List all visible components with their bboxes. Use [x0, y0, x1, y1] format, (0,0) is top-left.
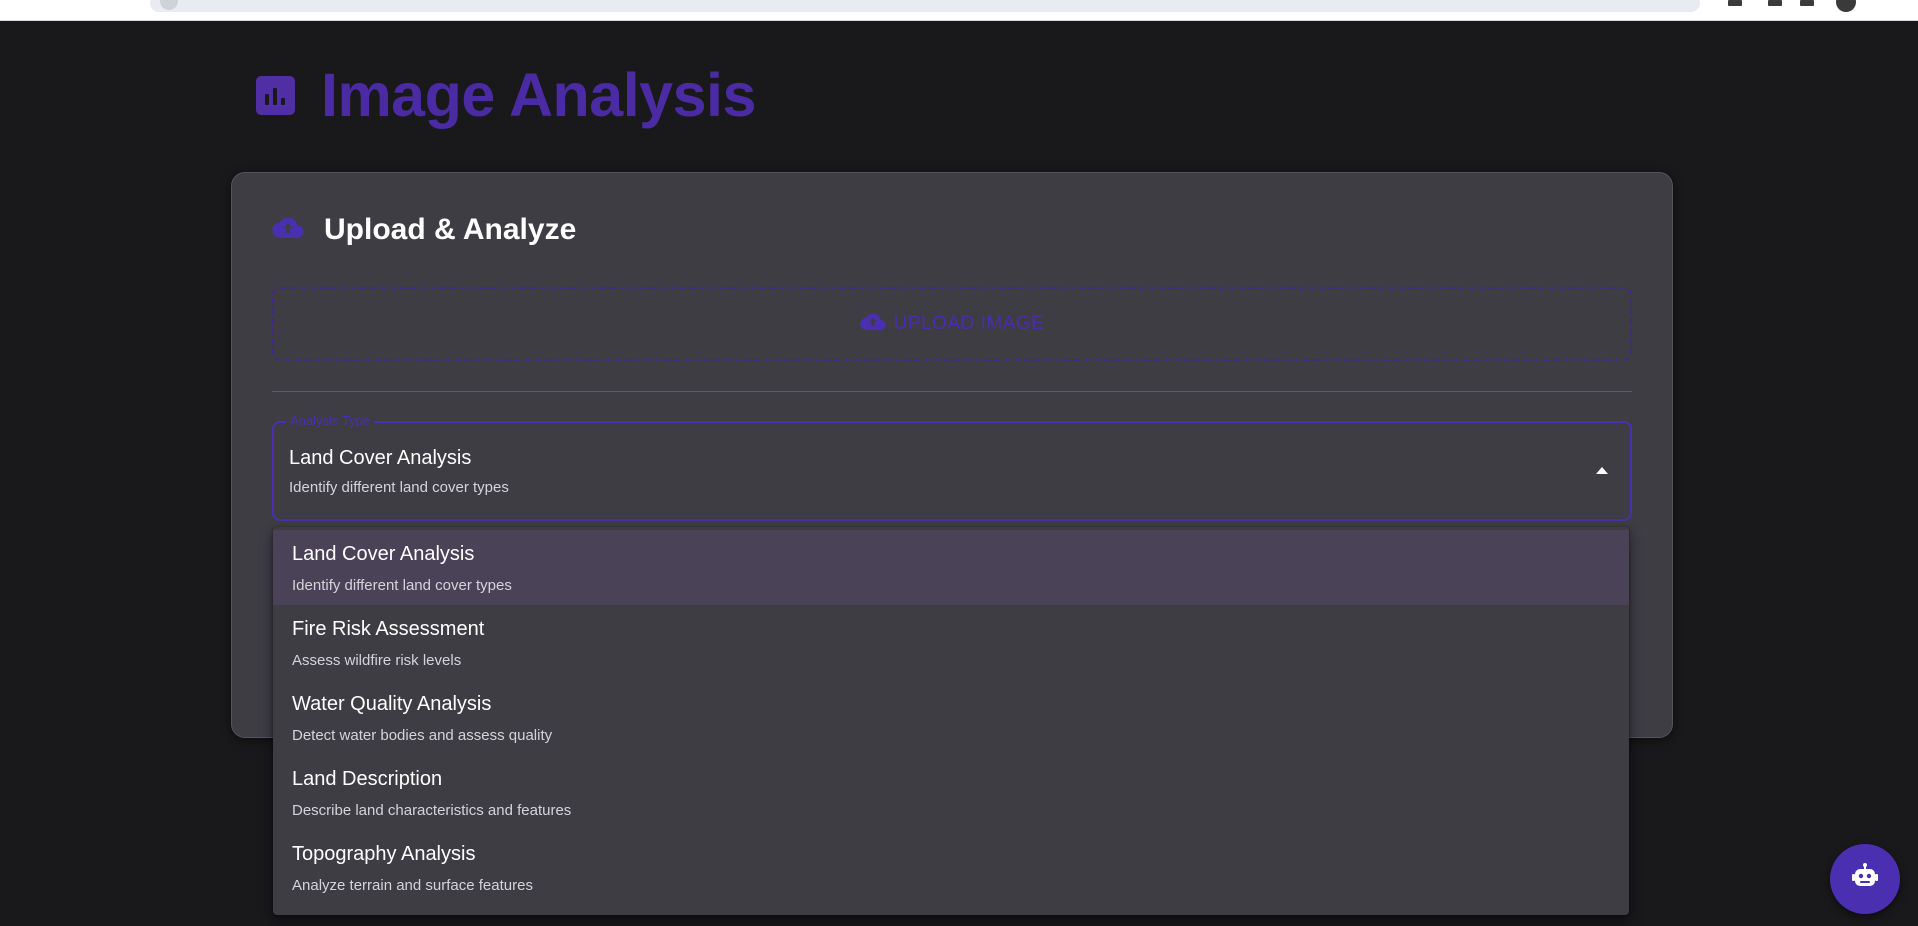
cloud-upload-icon: [272, 217, 304, 244]
menu-item-label: Land Cover Analysis: [292, 543, 475, 565]
profile-avatar[interactable]: [1836, 0, 1856, 12]
caret-up-icon[interactable]: [1596, 467, 1608, 474]
menu-item-label: Water Quality Analysis: [292, 693, 492, 715]
analysis-type-menu: Land Cover Analysis Identify different l…: [273, 527, 1629, 915]
upload-image-button[interactable]: UPLOAD IMAGE: [272, 287, 1632, 361]
upload-button-label: UPLOAD IMAGE: [893, 313, 1045, 334]
cloud-upload-icon: [860, 312, 886, 336]
site-info-icon[interactable]: [160, 0, 178, 10]
menu-item-description: Assess wildfire risk levels: [292, 652, 462, 669]
menu-item-land-description[interactable]: Land Description Describe land character…: [273, 755, 1629, 830]
menu-item-fire-risk-assessment[interactable]: Fire Risk Assessment Assess wildfire ris…: [273, 605, 1629, 680]
chat-assistant-button[interactable]: [1830, 844, 1900, 914]
menu-item-land-cover-analysis[interactable]: Land Cover Analysis Identify different l…: [273, 530, 1629, 605]
select-legend: Analysis Type: [286, 413, 374, 428]
menu-item-description: Identify different land cover types: [292, 577, 512, 594]
select-value-description: Identify different land cover types: [289, 479, 509, 496]
menu-item-description: Analyze terrain and surface features: [292, 877, 533, 894]
menu-item-label: Land Description: [292, 768, 443, 790]
menu-item-topography-analysis[interactable]: Topography Analysis Analyze terrain and …: [273, 830, 1629, 905]
menu-item-water-quality-analysis[interactable]: Water Quality Analysis Detect water bodi…: [273, 680, 1629, 755]
browser-toolbar: [0, 0, 1918, 21]
page-title: Image Analysis: [321, 61, 756, 129]
extensions-icon[interactable]: [1728, 0, 1742, 6]
analysis-type-select[interactable]: Analysis Type Land Cover Analysis Identi…: [272, 413, 1632, 521]
card-header: Upload & Analyze: [272, 213, 576, 247]
page-header: Image Analysis: [256, 60, 756, 130]
select-value: Land Cover Analysis: [289, 447, 472, 469]
address-bar[interactable]: [150, 0, 1700, 12]
bar-chart-icon: [256, 75, 295, 115]
menu-icon[interactable]: [1768, 0, 1782, 6]
divider: [272, 391, 1632, 392]
menu-item-description: Describe land characteristics and featur…: [292, 802, 572, 819]
sidebar-icon[interactable]: [1800, 0, 1814, 6]
card-title: Upload & Analyze: [324, 213, 577, 246]
robot-icon: [1851, 862, 1879, 896]
menu-item-description: Detect water bodies and assess quality: [292, 727, 553, 744]
menu-item-label: Fire Risk Assessment: [292, 618, 485, 640]
menu-item-label: Topography Analysis: [292, 843, 476, 865]
